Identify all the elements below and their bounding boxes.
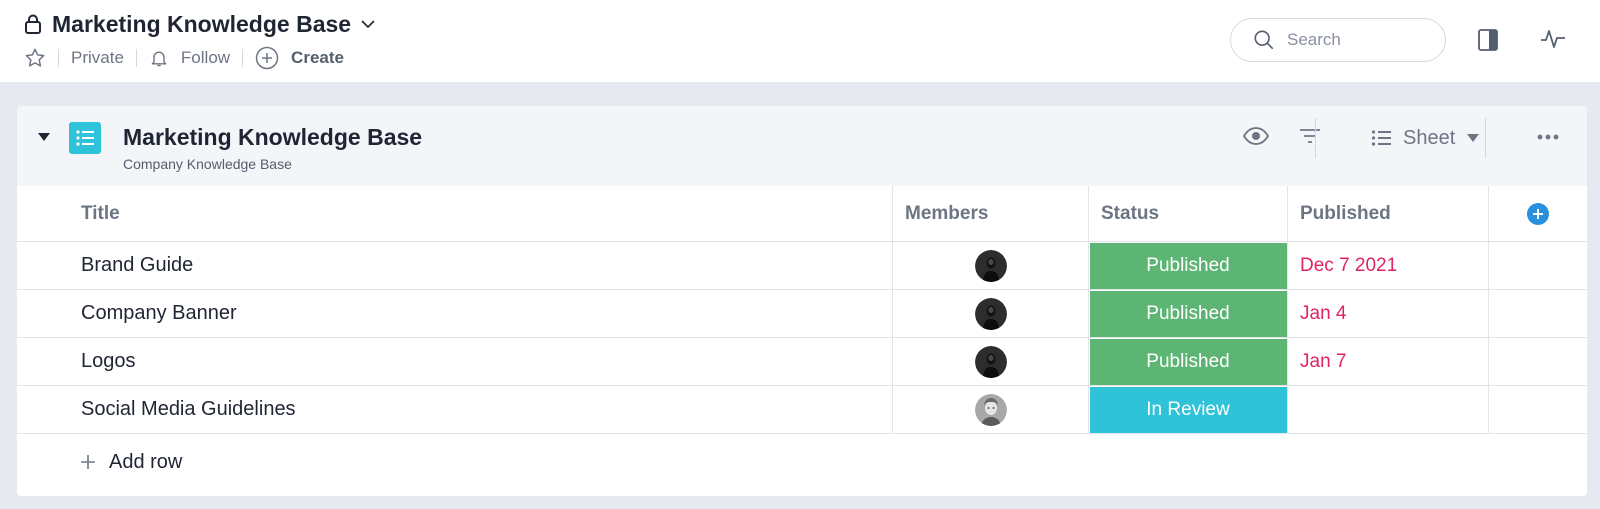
divider	[242, 49, 244, 67]
divider	[1485, 118, 1486, 158]
add-row-label: Add row	[109, 450, 183, 473]
star-icon[interactable]	[24, 47, 46, 69]
search-icon	[1253, 29, 1275, 51]
members-cell[interactable]	[893, 386, 1089, 433]
empty-cell	[1489, 338, 1587, 385]
table-row[interactable]: Social Media Guidelines In Review	[17, 386, 1587, 434]
card-title[interactable]: Marketing Knowledge Base	[123, 124, 422, 151]
workspace-title[interactable]: Marketing Knowledge Base	[52, 11, 351, 38]
search-input[interactable]	[1287, 30, 1427, 50]
data-table: Title Members Status Published Brand Gui…	[17, 186, 1587, 490]
status-cell[interactable]: In Review	[1089, 386, 1288, 433]
activity-icon[interactable]	[1540, 28, 1566, 50]
card-subtitle: Company Knowledge Base	[123, 156, 292, 172]
top-bar: Marketing Knowledge Base Private Follow …	[0, 0, 1600, 82]
status-badge[interactable]: Published	[1089, 338, 1287, 385]
status-cell[interactable]: Published	[1089, 338, 1288, 385]
more-horizontal-icon[interactable]	[1537, 134, 1559, 140]
view-switcher[interactable]: Sheet	[1371, 124, 1480, 152]
search-box[interactable]	[1230, 18, 1446, 62]
table-row[interactable]: Brand Guide Published Dec 7 2021	[17, 242, 1587, 290]
bell-icon[interactable]	[149, 48, 169, 68]
side-panel-icon[interactable]	[1478, 29, 1498, 51]
column-header-published[interactable]: Published	[1288, 186, 1489, 241]
add-column-cell	[1489, 186, 1587, 241]
members-cell[interactable]	[893, 290, 1089, 337]
add-row-button[interactable]: Add row	[81, 434, 182, 490]
column-header-status[interactable]: Status	[1089, 186, 1288, 241]
add-row-container: Add row	[17, 434, 1587, 490]
chevron-down-icon[interactable]	[361, 19, 375, 29]
divider	[135, 49, 137, 67]
avatar[interactable]	[974, 393, 1007, 426]
row-title[interactable]: Logos	[17, 338, 893, 385]
follow-button[interactable]: Follow	[181, 48, 230, 68]
list-view-icon	[1371, 129, 1391, 147]
published-date[interactable]: Dec 7 2021	[1288, 242, 1489, 289]
plus-circle-icon[interactable]	[255, 46, 279, 70]
row-title[interactable]: Company Banner	[17, 290, 893, 337]
members-cell[interactable]	[893, 338, 1089, 385]
view-label: Sheet	[1403, 126, 1456, 149]
eye-icon[interactable]	[1243, 127, 1269, 145]
empty-cell	[1489, 386, 1587, 433]
caret-down-icon	[1467, 134, 1480, 142]
lock-icon	[24, 14, 42, 34]
avatar[interactable]	[974, 345, 1007, 378]
avatar[interactable]	[974, 249, 1007, 282]
card-header: Marketing Knowledge Base Company Knowled…	[17, 106, 1587, 186]
empty-cell	[1489, 242, 1587, 289]
table-card: Marketing Knowledge Base Company Knowled…	[17, 106, 1587, 496]
status-cell[interactable]: Published	[1089, 242, 1288, 289]
plus-icon	[81, 455, 95, 469]
published-date[interactable]	[1288, 386, 1489, 433]
filter-icon[interactable]	[1299, 128, 1321, 144]
avatar[interactable]	[974, 297, 1007, 330]
workspace-meta-row: Private Follow Create	[24, 46, 344, 70]
published-date[interactable]: Jan 4	[1288, 290, 1489, 337]
members-cell[interactable]	[893, 242, 1089, 289]
published-date[interactable]: Jan 7	[1288, 338, 1489, 385]
table-header-row: Title Members Status Published	[17, 186, 1587, 242]
row-title[interactable]: Brand Guide	[17, 242, 893, 289]
table-row[interactable]: Logos Published Jan 7	[17, 338, 1587, 386]
status-badge[interactable]: In Review	[1089, 386, 1287, 433]
divider	[1315, 118, 1316, 158]
add-column-button[interactable]	[1527, 202, 1549, 225]
status-badge[interactable]: Published	[1089, 242, 1287, 289]
workspace-title-row: Marketing Knowledge Base	[24, 10, 375, 38]
create-button[interactable]: Create	[291, 48, 344, 68]
column-header-members[interactable]: Members	[893, 186, 1089, 241]
list-icon	[69, 122, 101, 154]
collapse-caret-icon[interactable]	[37, 132, 51, 142]
divider	[58, 49, 59, 67]
status-badge[interactable]: Published	[1089, 290, 1287, 337]
column-header-title[interactable]: Title	[17, 186, 893, 241]
row-title[interactable]: Social Media Guidelines	[17, 386, 893, 433]
empty-cell	[1489, 290, 1587, 337]
status-cell[interactable]: Published	[1089, 290, 1288, 337]
table-row[interactable]: Company Banner Published Jan 4	[17, 290, 1587, 338]
privacy-label: Private	[71, 48, 124, 67]
